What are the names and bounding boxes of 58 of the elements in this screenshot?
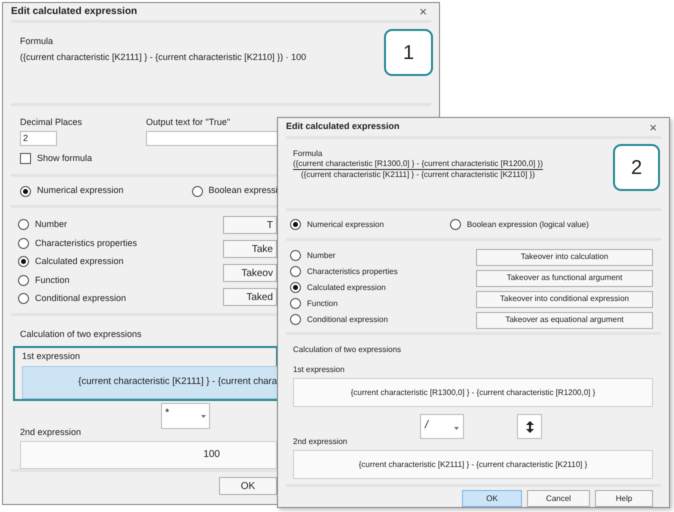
section-label: Calculation of two expressions xyxy=(293,344,402,356)
formula-label: Formula xyxy=(20,35,54,48)
field-label: 2nd expression xyxy=(293,436,348,448)
radio-option[interactable]: Conditional expression xyxy=(290,314,398,326)
input-field[interactable] xyxy=(146,130,278,146)
takeover-button[interactable]: Takeov xyxy=(223,264,277,282)
up-down-arrow-icon xyxy=(526,420,534,433)
takeover-button[interactable]: T xyxy=(223,216,277,234)
radio-option[interactable]: Number xyxy=(290,250,398,262)
caret-icon xyxy=(201,415,206,418)
takeover-button[interactable]: Takeover as equational argument xyxy=(476,312,653,329)
expression-field[interactable]: 100 xyxy=(20,440,277,469)
radio-option[interactable]: Characteristics properties xyxy=(290,266,398,278)
radio-option[interactable]: Calculated expression xyxy=(290,282,398,294)
window-title: Edit calculated expression xyxy=(11,5,138,19)
checkbox-option[interactable]: Show formula xyxy=(20,152,92,165)
radio-option[interactable]: Number xyxy=(18,218,138,232)
field-label: Output text for "True" xyxy=(146,116,230,129)
formula-label: Formula xyxy=(293,149,324,160)
field-label: 1st expression xyxy=(22,350,82,363)
cancel-button[interactable]: Cancel xyxy=(527,490,590,508)
field-label: 2nd expression xyxy=(20,426,82,439)
radio-option[interactable]: Numerical expression xyxy=(290,218,384,231)
help-button[interactable]: Help xyxy=(595,490,653,508)
expression-field[interactable]: {current characteristic [R1300,0] } - {current characteristic [R1200,0] } xyxy=(293,378,653,408)
formula-numerator: ({current characteristic [R1300,0] } - {current characteristic [R1200,0] }) xyxy=(293,159,543,170)
takeover-button[interactable]: Take xyxy=(223,240,277,258)
operator-dropdown[interactable]: / xyxy=(420,414,464,440)
radio-option[interactable]: Characteristics properties xyxy=(18,236,138,250)
number-badge: 2 xyxy=(613,144,660,192)
radio-option[interactable]: Conditional expression xyxy=(18,292,138,306)
number-badge: 1 xyxy=(384,29,433,76)
expression-field[interactable]: {current characteristic [K2111] } - {current chara xyxy=(22,366,280,399)
radio-option[interactable]: Function xyxy=(18,274,138,287)
close-button[interactable]: × xyxy=(645,120,661,134)
radio-option[interactable]: Boolean expression (logical value) xyxy=(450,218,589,231)
formula-text: ({current characteristic [K2111] } - {current characteristic [K2110] }) · 100 xyxy=(20,50,306,64)
operator-dropdown[interactable]: * xyxy=(161,403,210,429)
field-label: 1st expression xyxy=(293,364,346,376)
close-button[interactable]: × xyxy=(415,5,431,18)
ok-button[interactable]: OK xyxy=(462,490,522,508)
window-title: Edit calculated expression xyxy=(286,120,400,134)
formula-denominator: ({current characteristic [K2111] } - {current characteristic [K2110] }) xyxy=(300,170,536,180)
takeover-button[interactable]: Takeover into conditional expression xyxy=(476,290,653,308)
radio-option[interactable]: Function xyxy=(290,298,398,310)
takeover-button[interactable]: Taked xyxy=(223,288,277,306)
swap-button[interactable] xyxy=(517,414,542,440)
input-field[interactable]: 2 xyxy=(20,130,57,146)
radio-option[interactable]: Numerical expression xyxy=(20,184,124,198)
field-label: Decimal Places xyxy=(20,116,82,129)
takeover-button[interactable]: Takeover as functional argument xyxy=(476,270,653,287)
section-label: Calculation of two expressions xyxy=(20,329,142,339)
expression-field[interactable]: {current characteristic [K2111] } - {current characteristic [K2110] } xyxy=(293,450,653,480)
ok-button[interactable]: OK xyxy=(219,477,277,495)
takeover-button[interactable]: Takeover into calculation xyxy=(476,248,653,266)
caret-icon xyxy=(454,427,459,430)
radio-option[interactable]: Calculated expression xyxy=(18,255,138,268)
radio-option[interactable]: Boolean expressi xyxy=(192,184,278,198)
